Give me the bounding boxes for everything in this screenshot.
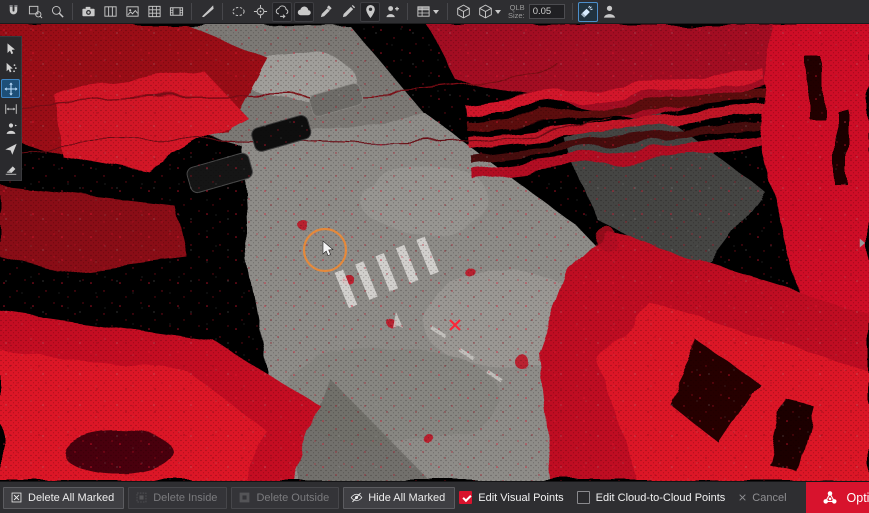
- zoom-window-button[interactable]: [25, 2, 45, 22]
- eraser-tool-button[interactable]: [1, 159, 20, 178]
- optimize-bundle-button[interactable]: Optimize Bundle: [806, 482, 869, 513]
- zoom-button[interactable]: [47, 2, 67, 22]
- delete-outside-icon: [238, 491, 251, 504]
- top-toolbar: QLB Size:: [0, 0, 869, 24]
- ellipse-select-button[interactable]: [228, 2, 248, 22]
- camera-button[interactable]: [78, 2, 98, 22]
- point-cloud-scene[interactable]: [0, 24, 869, 481]
- delete-all-marked-button[interactable]: Delete All Marked: [3, 487, 124, 509]
- add-person-button[interactable]: [382, 2, 402, 22]
- cloud-sync-button[interactable]: [272, 2, 292, 22]
- qlb-size-control: QLB Size:: [508, 4, 565, 20]
- toolbar-separator: [72, 3, 73, 20]
- view-cube-dropdown[interactable]: [475, 2, 504, 22]
- delete-marked-icon: [10, 491, 23, 504]
- hide-marked-icon: [350, 491, 363, 504]
- flashlight-tool-button[interactable]: [578, 2, 598, 22]
- view-cube-button[interactable]: [453, 2, 473, 22]
- close-icon: [738, 493, 747, 502]
- move-tool-button[interactable]: [1, 79, 20, 98]
- toolbar-separator: [191, 3, 192, 20]
- toolbar-separator: [447, 3, 448, 20]
- optimize-bundle-label: Optimize Bundle: [847, 491, 869, 505]
- application-window: QLB Size:: [0, 0, 869, 513]
- toolbar-separator: [572, 3, 573, 20]
- knife-tool-button[interactable]: [197, 2, 217, 22]
- edit-visual-points-checkbox[interactable]: Edit Visual Points: [459, 491, 563, 504]
- color-picker-button[interactable]: [316, 2, 336, 22]
- grid-view-button[interactable]: [144, 2, 164, 22]
- split-view-button[interactable]: [100, 2, 120, 22]
- qlb-label-line2: Size:: [508, 12, 525, 20]
- toolbar-separator: [222, 3, 223, 20]
- chevron-down-icon: [495, 10, 501, 14]
- checkbox-unchecked-icon[interactable]: [577, 491, 590, 504]
- qlb-size-label: QLB Size:: [508, 4, 525, 20]
- toolbar-separator: [407, 3, 408, 20]
- delete-inside-icon: [135, 491, 148, 504]
- magnet-snap-button[interactable]: [3, 2, 23, 22]
- delete-outside-label: Delete Outside: [256, 492, 329, 504]
- cloud-button[interactable]: [294, 2, 314, 22]
- cancel-label: Cancel: [752, 492, 786, 504]
- hide-all-marked-button[interactable]: Hide All Marked: [343, 487, 455, 509]
- bottom-toolbar: Delete All Marked Delete Inside Delete O…: [0, 481, 869, 513]
- target-button[interactable]: [250, 2, 270, 22]
- cancel-button[interactable]: Cancel: [738, 492, 786, 504]
- measure-tool-button[interactable]: [1, 99, 20, 118]
- expand-panel-chevron[interactable]: [856, 236, 868, 252]
- table-select-dropdown[interactable]: [413, 2, 442, 22]
- checkbox-checked-icon[interactable]: [459, 491, 472, 504]
- pick-point-tool-button[interactable]: [1, 59, 20, 78]
- chevron-down-icon: [433, 10, 439, 14]
- delete-inside-button[interactable]: Delete Inside: [128, 487, 227, 509]
- first-person-view-button[interactable]: [1, 119, 20, 138]
- navigate-tool-button[interactable]: [1, 139, 20, 158]
- bundle-icon: [821, 489, 839, 507]
- person-view-button[interactable]: [600, 2, 620, 22]
- delete-outside-button[interactable]: Delete Outside: [231, 487, 339, 509]
- image-view-button[interactable]: [122, 2, 142, 22]
- delete-inside-label: Delete Inside: [153, 492, 217, 504]
- edit-cloud-to-cloud-points-label: Edit Cloud-to-Cloud Points: [596, 492, 726, 504]
- filmstrip-button[interactable]: [166, 2, 186, 22]
- edit-cloud-to-cloud-points-checkbox[interactable]: Edit Cloud-to-Cloud Points: [577, 491, 726, 504]
- left-toolbar: [0, 36, 22, 181]
- select-tool-button[interactable]: [1, 39, 20, 58]
- location-pin-button[interactable]: [360, 2, 380, 22]
- hide-all-marked-label: Hide All Marked: [368, 492, 445, 504]
- edit-visual-points-label: Edit Visual Points: [478, 492, 563, 504]
- qlb-size-input[interactable]: [529, 4, 565, 19]
- bottom-right-controls: Edit Visual Points Edit Cloud-to-Cloud P…: [459, 482, 869, 513]
- delete-all-marked-label: Delete All Marked: [28, 492, 114, 504]
- pencil-button[interactable]: [338, 2, 358, 22]
- viewport[interactable]: [0, 24, 869, 481]
